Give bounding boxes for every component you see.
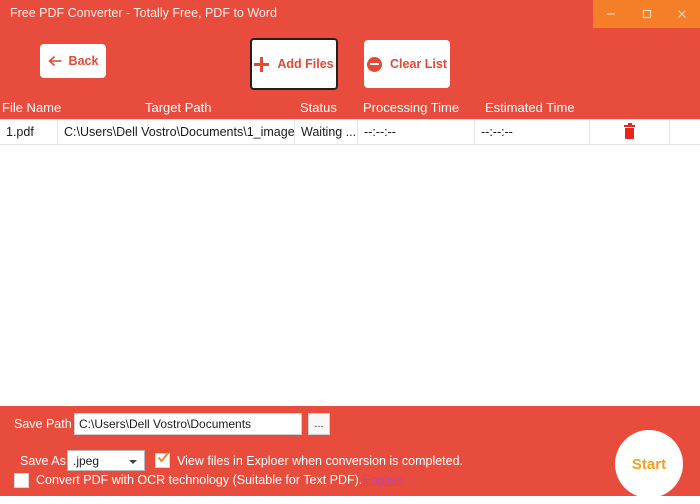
minus-circle-icon xyxy=(367,56,383,72)
add-files-button[interactable]: Add Files xyxy=(250,38,338,90)
clear-list-button[interactable]: Clear List xyxy=(364,40,450,88)
chevron-down-icon xyxy=(129,460,137,464)
save-path-input[interactable]: C:\Users\Dell Vostro\Documents xyxy=(74,413,302,435)
ocr-language-link[interactable]: English xyxy=(362,473,403,487)
save-path-label: Save Path xyxy=(14,417,72,431)
add-files-button-label: Add Files xyxy=(277,57,334,71)
cell-spacer xyxy=(670,120,700,144)
back-button[interactable]: Back xyxy=(40,44,106,78)
ocr-option-row: Convert PDF with OCR technology (Suitabl… xyxy=(0,467,700,496)
save-as-label: Save As xyxy=(20,454,66,468)
window-title: Free PDF Converter - Totally Free, PDF t… xyxy=(10,6,277,20)
table-row[interactable]: 1.pdf C:\Users\Dell Vostro\Documents\1_i… xyxy=(0,119,700,145)
column-header-processing-time[interactable]: Processing Time xyxy=(363,100,459,115)
arrow-left-icon xyxy=(47,55,63,67)
view-files-checkbox[interactable] xyxy=(155,451,170,468)
delete-row-button[interactable] xyxy=(590,120,670,144)
ocr-label-group: Convert PDF with OCR technology (Suitabl… xyxy=(36,473,403,487)
column-header-estimated-time[interactable]: Estimated Time xyxy=(485,100,575,115)
column-header-file-name[interactable]: File Name xyxy=(2,100,61,115)
column-header-status[interactable]: Status xyxy=(300,100,337,115)
back-button-label: Back xyxy=(68,54,99,68)
checkmark-icon xyxy=(157,451,170,464)
view-files-label: View files in Exploer when conversion is… xyxy=(177,454,464,468)
plus-icon xyxy=(254,56,270,72)
cell-estimated-time: --:--:-- xyxy=(475,120,590,144)
minimize-icon[interactable] xyxy=(593,0,629,28)
maximize-icon[interactable] xyxy=(629,0,665,28)
ocr-label: Convert PDF with OCR technology (Suitabl… xyxy=(36,473,363,487)
bottom-strip xyxy=(0,496,700,504)
ocr-checkbox[interactable] xyxy=(14,473,29,488)
file-list: 1.pdf C:\Users\Dell Vostro\Documents\1_i… xyxy=(0,119,700,406)
table-header: File Name Target Path Status Processing … xyxy=(0,98,700,119)
save-as-value: .jpeg xyxy=(73,453,100,468)
close-icon[interactable] xyxy=(664,0,700,28)
cell-file-name: 1.pdf xyxy=(0,120,58,144)
browse-button[interactable]: ... xyxy=(308,413,330,435)
application-window: Free PDF Converter - Totally Free, PDF t… xyxy=(0,0,700,504)
title-bar: Free PDF Converter - Totally Free, PDF t… xyxy=(0,0,700,28)
cell-target-path: C:\Users\Dell Vostro\Documents\1_images xyxy=(58,120,295,144)
trash-icon xyxy=(624,123,635,139)
toolbar: Back Add Files Clear List xyxy=(0,28,700,98)
window-controls xyxy=(593,0,700,28)
cell-processing-time: --:--:-- xyxy=(358,120,475,144)
clear-list-button-label: Clear List xyxy=(390,57,447,71)
start-button[interactable]: Start xyxy=(615,430,683,498)
cell-status: Waiting ... xyxy=(295,120,358,144)
column-header-target-path[interactable]: Target Path xyxy=(145,100,212,115)
